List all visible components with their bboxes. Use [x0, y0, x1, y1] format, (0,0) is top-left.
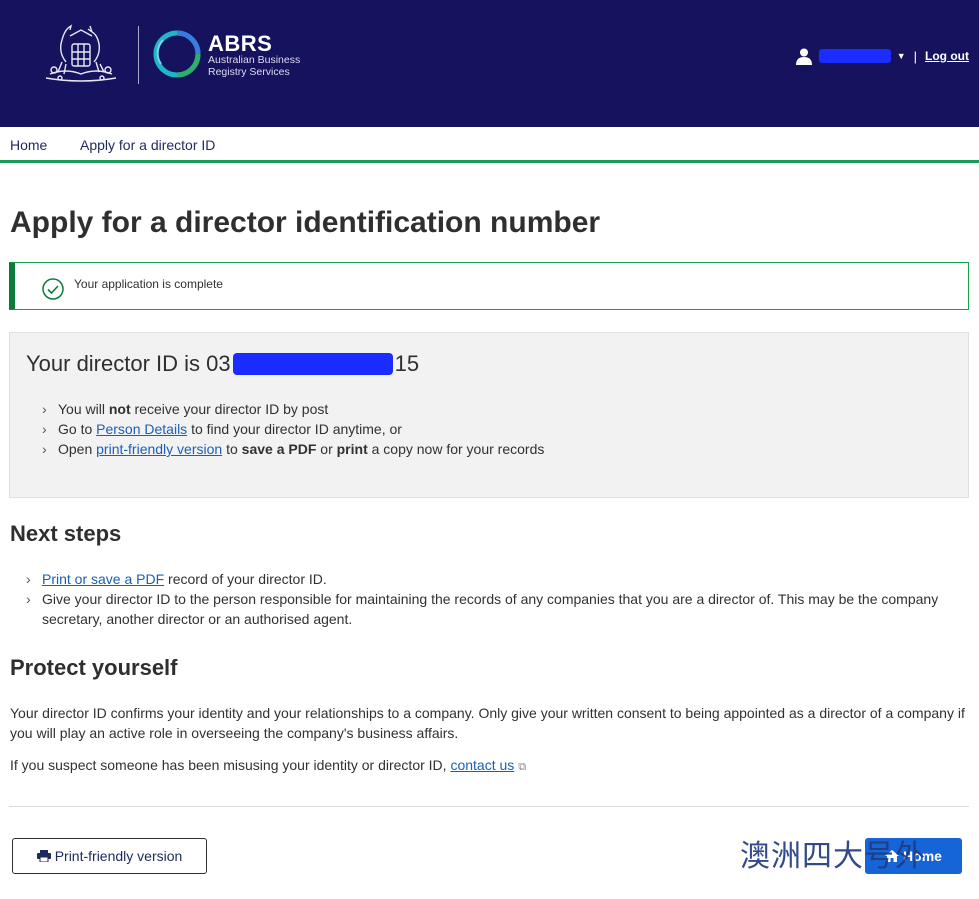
watermark-text: 澳洲四大号外 [740, 839, 926, 874]
director-id-info-list: You will not receive your director ID by… [42, 399, 544, 459]
item-text: to find your director ID anytime, or [187, 421, 402, 437]
alert-message: Your application is complete [74, 277, 223, 291]
item-text: Go to [58, 421, 97, 437]
item-text: to [222, 441, 242, 457]
person-details-link[interactable]: Person Details [96, 421, 187, 437]
breadcrumb-apply-director-id[interactable]: Apply for a director ID [80, 137, 215, 153]
item-bold: not [108, 401, 131, 417]
item-text: record of your director ID. [164, 571, 327, 587]
print-or-save-pdf-link[interactable]: Print or save a PDF [42, 571, 164, 587]
site-header: ABRS Australian Business Registry Servic… [0, 0, 979, 127]
protect-paragraph-2: If you suspect someone has been misusing… [10, 755, 970, 777]
list-item: Open print-friendly version to save a PD… [42, 439, 544, 459]
chevron-down-icon[interactable]: ▼ [897, 51, 906, 61]
external-link-icon: ⧉ [518, 761, 527, 773]
list-item: Print or save a PDF record of your direc… [26, 569, 971, 589]
page-title: Apply for a director identification numb… [10, 206, 601, 239]
item-text: or [316, 441, 337, 457]
protect-yourself-heading: Protect yourself [10, 655, 178, 680]
user-menu-area: ▼ | Log out [795, 46, 969, 66]
item-bold: save a PDF [241, 441, 317, 457]
brand-subtitle: Australian Business Registry Services [208, 54, 318, 78]
list-item: Give your director ID to the person resp… [26, 589, 971, 629]
director-id-prefix: Your director ID is 03 [26, 351, 231, 376]
item-text: a copy now for your records [367, 441, 545, 457]
print-friendly-version-button[interactable]: Print-friendly version [12, 838, 207, 874]
item-text: Open [58, 441, 97, 457]
director-id-suffix: 15 [394, 351, 420, 376]
brand-subtitle-line-2: Registry Services [208, 66, 290, 78]
contact-us-link[interactable]: contact us [450, 757, 514, 773]
director-id-redacted [232, 353, 393, 375]
next-steps-heading: Next steps [10, 521, 122, 546]
breadcrumb: Home Apply for a director ID [0, 127, 979, 163]
paragraph-text: If you suspect someone has been misusing… [10, 757, 451, 773]
print-button-label: Print-friendly version [54, 848, 183, 864]
divider [9, 806, 969, 807]
list-item: Go to Person Details to find your direct… [42, 419, 544, 439]
print-friendly-version-link[interactable]: print-friendly version [96, 441, 222, 457]
printer-icon [36, 850, 51, 862]
check-circle-icon [42, 278, 64, 300]
protect-paragraph-1: Your director ID confirms your identity … [10, 705, 965, 741]
director-id-heading: Your director ID is 03 15 [26, 351, 419, 377]
item-bold: print [336, 441, 368, 457]
user-name-redacted[interactable] [818, 49, 891, 63]
coat-of-arms-logo [45, 24, 117, 82]
item-text: receive your director ID by post [130, 401, 329, 417]
abrs-ring-logo [153, 30, 201, 78]
item-text: Give your director ID to the person resp… [42, 591, 939, 627]
separator: | [913, 48, 918, 64]
breadcrumb-home[interactable]: Home [10, 137, 47, 153]
success-alert: Your application is complete [9, 262, 969, 310]
item-text: You will [58, 401, 109, 417]
next-steps-list: Print or save a PDF record of your direc… [26, 569, 971, 629]
header-divider [138, 26, 139, 84]
logout-link[interactable]: Log out [925, 49, 969, 63]
brand-subtitle-line-1: Australian Business [208, 54, 301, 66]
list-item: You will not receive your director ID by… [42, 399, 544, 419]
user-icon[interactable] [795, 47, 813, 65]
director-id-panel: Your director ID is 03 15 You will not r… [9, 332, 969, 498]
